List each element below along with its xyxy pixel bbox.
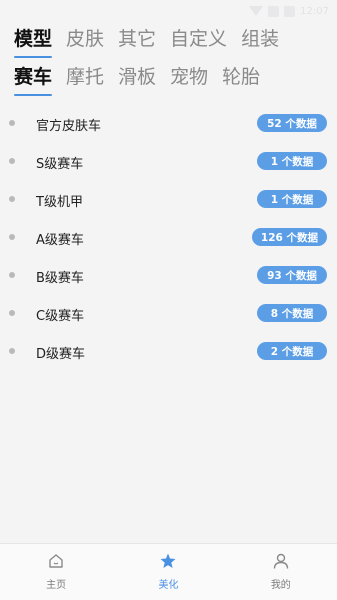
list-item-label: A级赛车 [36,233,84,248]
tab-moto[interactable]: 摩托 [66,62,104,92]
nav-home-label: 主页 [46,580,67,591]
count-badge: 52 个数据 [257,114,327,132]
nav-beautify-label: 美化 [158,580,179,591]
count-badge: 8 个数据 [257,304,327,322]
tab-row-secondary: 赛车 摩托 滑板 宠物 轮胎 [0,62,337,100]
list-item-label: T级机甲 [36,195,83,210]
list-item-label: 官方皮肤车 [36,119,102,134]
list-item-label: D级赛车 [36,347,86,362]
bullet-icon [9,196,15,202]
count-badge: 126 个数据 [251,228,327,246]
signal-icon [268,5,280,17]
bottom-nav: 主页 美化 我的 [0,543,337,600]
nav-beautify[interactable]: 美化 [112,544,224,600]
tab-model[interactable]: 模型 [14,24,53,58]
bullet-icon [9,310,15,316]
bullet-icon [9,272,15,278]
tab-pet[interactable]: 宠物 [170,62,208,92]
home-icon [49,554,63,568]
nav-profile-label: 我的 [270,580,291,591]
list-item[interactable]: D级赛车 2 个数据 [0,332,337,370]
tab-assemble[interactable]: 组装 [241,24,279,54]
tab-other[interactable]: 其它 [118,24,156,54]
list-item-label: S级赛车 [36,157,84,172]
nav-profile[interactable]: 我的 [225,544,337,600]
bullet-icon [9,120,15,126]
list-item-label: B级赛车 [36,271,84,286]
count-badge: 1 个数据 [257,152,327,170]
bullet-icon [9,234,15,240]
list-item[interactable]: T级机甲 1 个数据 [0,180,337,218]
list-item[interactable]: C级赛车 8 个数据 [0,294,337,332]
status-bar: 12:07 [0,0,337,22]
category-tabs: 模型 皮肤 其它 自定义 组装 赛车 摩托 滑板 宠物 轮胎 [0,24,337,100]
tab-kart[interactable]: 赛车 [14,62,53,96]
user-icon [273,553,289,569]
count-badge: 1 个数据 [257,190,327,208]
bullet-icon [9,348,15,354]
status-time: 12:07 [300,5,329,17]
list-item[interactable]: B级赛车 93 个数据 [0,256,337,294]
count-badge: 2 个数据 [257,342,327,360]
list-item[interactable]: S级赛车 1 个数据 [0,142,337,180]
bullet-icon [9,158,15,164]
list-item[interactable]: A级赛车 126 个数据 [0,218,337,256]
nav-home[interactable]: 主页 [0,544,112,600]
tab-row-primary: 模型 皮肤 其它 自定义 组装 [0,24,337,62]
list-item[interactable]: 官方皮肤车 52 个数据 [0,104,337,142]
category-list: 官方皮肤车 52 个数据 S级赛车 1 个数据 T级机甲 1 个数据 A级赛车 … [0,104,337,370]
tab-skateboard[interactable]: 滑板 [118,62,156,92]
star-icon [160,553,176,568]
count-badge: 93 个数据 [257,266,327,284]
tab-custom[interactable]: 自定义 [170,24,227,54]
list-item-label: C级赛车 [36,309,85,324]
battery-icon [284,5,296,17]
tab-tire[interactable]: 轮胎 [222,62,260,92]
wifi-icon [249,6,264,16]
tab-skin[interactable]: 皮肤 [66,24,104,54]
